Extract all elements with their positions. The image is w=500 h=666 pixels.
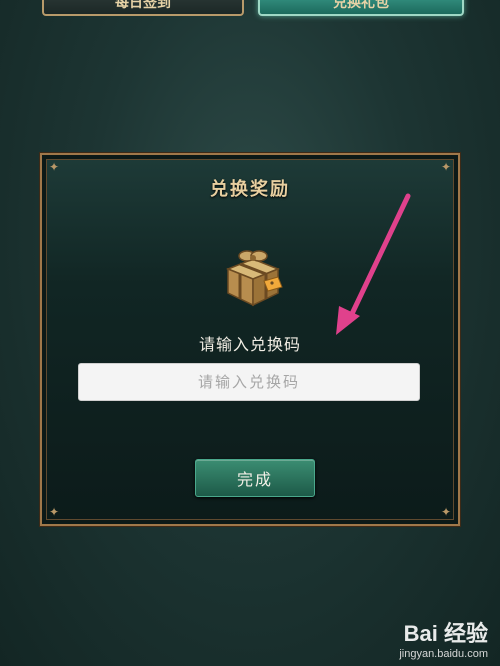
done-button[interactable]: 完成 <box>195 459 315 497</box>
corner-ornament-icon: ✦ <box>48 160 60 174</box>
corner-ornament-icon: ✦ <box>440 160 452 174</box>
tab-redeem-gift[interactable]: 兑换礼包 <box>258 0 464 16</box>
watermark-url: jingyan.baidu.com <box>399 648 488 660</box>
corner-ornament-icon: ✦ <box>440 505 452 519</box>
redeem-dialog: ✦ ✦ ✦ ✦ 兑换奖励 请输入兑换码 完成 <box>40 153 460 526</box>
tab-daily-checkin-label: 每日签到 <box>115 0 171 11</box>
tab-daily-checkin[interactable]: 每日签到 <box>42 0 244 16</box>
redeem-code-prompt: 请输入兑换码 <box>198 335 301 354</box>
dialog-title: 兑换奖励 <box>210 179 290 200</box>
redeem-code-input[interactable] <box>78 363 420 401</box>
tab-redeem-gift-label: 兑换礼包 <box>333 0 389 11</box>
gift-box-icon <box>225 250 283 307</box>
watermark-logo: Bai 经验 <box>403 621 488 646</box>
watermark: Bai 经验 jingyan.baidu.com <box>399 616 488 660</box>
corner-ornament-icon: ✦ <box>48 505 60 519</box>
